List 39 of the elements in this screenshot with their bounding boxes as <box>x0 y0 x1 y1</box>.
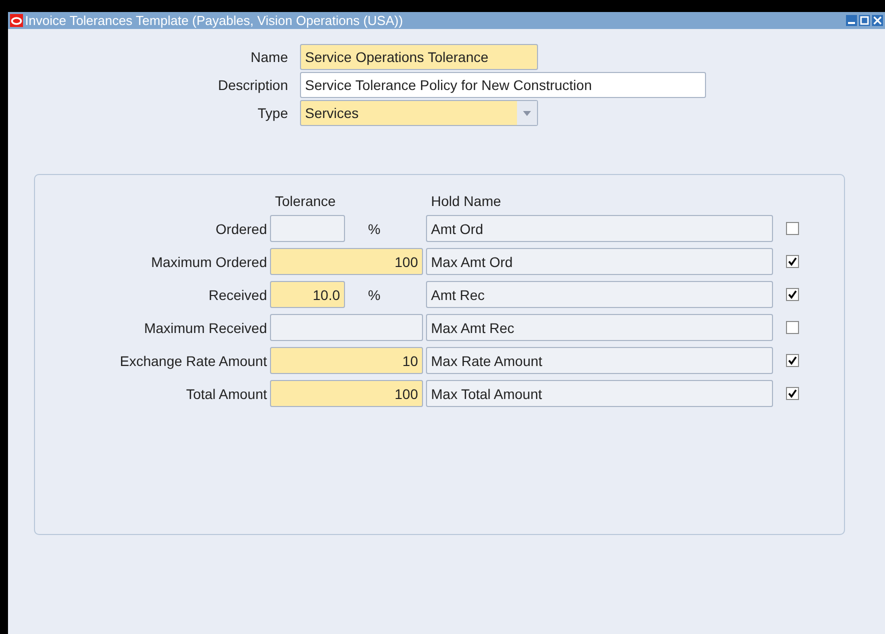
tolerance-field[interactable] <box>270 314 423 341</box>
percent-label: % <box>367 220 382 236</box>
tolerance-field[interactable]: 100 <box>270 380 423 407</box>
text-field[interactable]: Service Operations Tolerance <box>300 44 538 70</box>
row-label: Exchange Rate Amount <box>118 352 267 368</box>
maximize-icon[interactable] <box>859 15 870 26</box>
field-label: Description <box>216 77 288 93</box>
hold-name-field[interactable]: Max Total Amount <box>426 380 773 407</box>
column-header: Hold Name <box>430 193 502 209</box>
checkbox[interactable] <box>786 222 799 235</box>
field-label: Type <box>256 105 288 121</box>
hold-name-field[interactable]: Max Rate Amount <box>426 347 773 374</box>
field-label: Name <box>250 49 288 65</box>
hold-name-field[interactable]: Amt Ord <box>426 215 773 242</box>
dropdown-arrow-icon[interactable] <box>523 110 531 116</box>
row-label: Received <box>208 286 267 302</box>
column-header: Tolerance <box>274 193 337 209</box>
row-label: Total Amount <box>185 386 267 402</box>
type-dropdown[interactable]: Services <box>300 100 538 126</box>
row-label: Maximum Received <box>143 320 267 336</box>
logo-icon <box>10 14 23 27</box>
row-label: Ordered <box>214 220 267 236</box>
tolerance-field[interactable]: 100 <box>270 248 423 275</box>
hold-name-field[interactable]: Max Amt Rec <box>426 314 773 341</box>
text-field[interactable]: Service Tolerance Policy for New Construction <box>300 72 706 98</box>
percent-label: % <box>367 286 382 302</box>
tolerance-field[interactable]: 10 <box>270 347 423 374</box>
hold-name-field[interactable]: Amt Rec <box>426 281 773 308</box>
row-label: Maximum Ordered <box>150 254 267 270</box>
checkbox[interactable] <box>786 387 799 400</box>
window-title: Invoice Tolerances Template (Payables, Vision Operations (USA)) <box>25 13 404 28</box>
tolerance-field[interactable] <box>270 215 345 242</box>
hold-name-field[interactable]: Max Amt Ord <box>426 248 773 275</box>
checkbox[interactable] <box>786 321 799 334</box>
checkbox[interactable] <box>786 255 799 268</box>
checkbox[interactable] <box>786 288 799 301</box>
close-icon[interactable] <box>872 15 883 26</box>
tolerance-field[interactable]: 10.0 <box>270 281 345 308</box>
checkbox[interactable] <box>786 354 799 367</box>
